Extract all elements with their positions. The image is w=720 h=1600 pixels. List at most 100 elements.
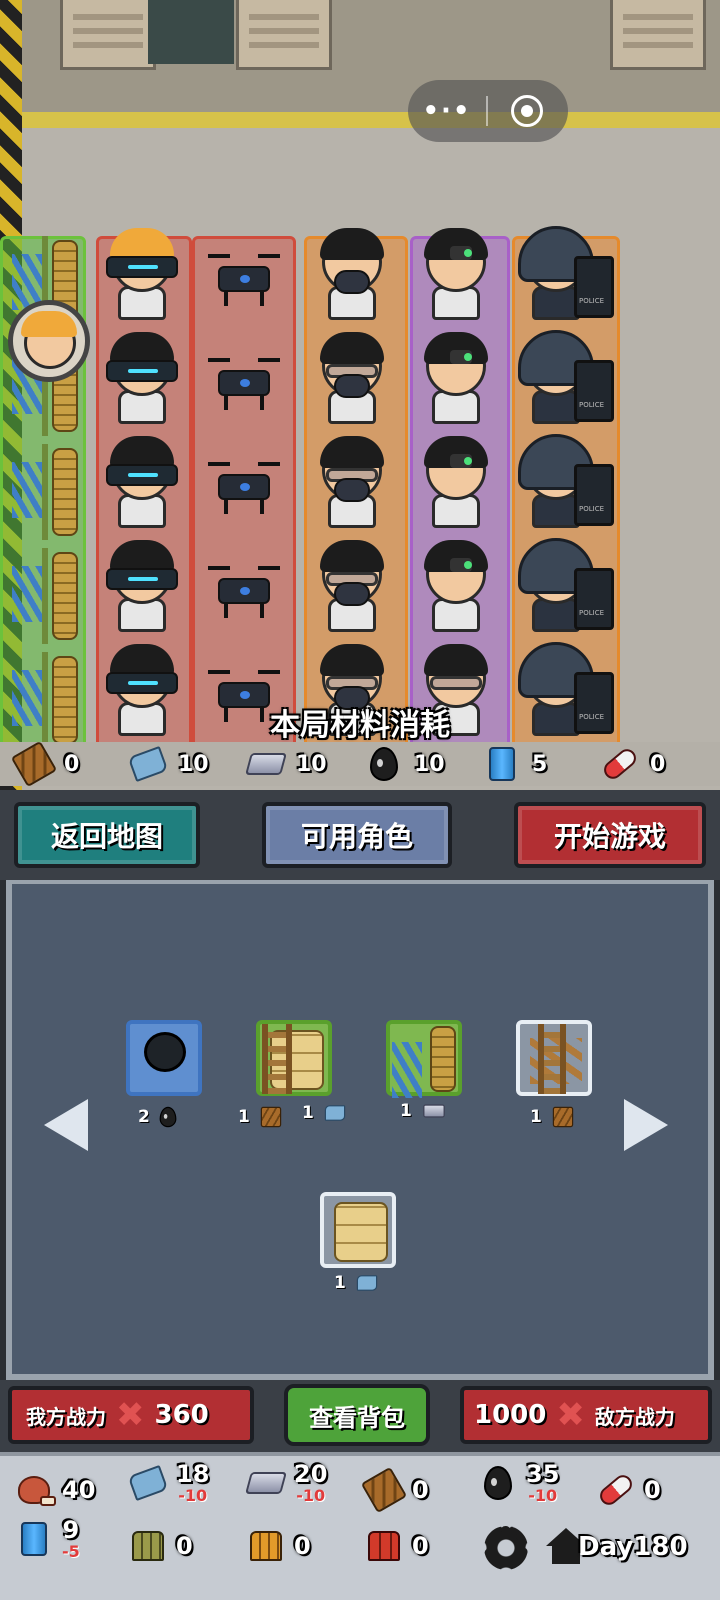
drone-leg <box>260 604 264 618</box>
consume-oil-value: 10 <box>414 751 445 777</box>
drone-leg <box>224 292 228 306</box>
coin-stack-art <box>430 1026 456 1092</box>
inventory-delta: -10 <box>178 1486 208 1505</box>
drone-arm <box>208 566 230 570</box>
fence-sprite <box>42 548 48 644</box>
cloth-roll-icon <box>127 745 169 783</box>
inventory-medicine: 0 <box>596 1470 661 1510</box>
enemy-power-box: 1000 ✖ 敌方战力 <box>460 1386 712 1444</box>
unit-hair <box>424 644 488 676</box>
action-bar: 我方战力 ✖ 360 查看背包 1000 ✖ 敌方战力 <box>0 1380 720 1452</box>
wood-plank-icon <box>552 1106 574 1128</box>
start-game-button[interactable]: 开始游戏 <box>514 802 706 868</box>
police-shield <box>574 256 614 318</box>
role-card-oil-pot[interactable] <box>126 1020 202 1096</box>
material-consumption-title: 本局材料消耗 <box>270 708 450 743</box>
role-card-sandbags[interactable] <box>320 1192 396 1268</box>
police-shield <box>574 360 614 422</box>
vr-visor <box>106 256 178 278</box>
material-consumption-bar: 0 10 10 10 5 0 <box>0 740 720 788</box>
consume-oil: 10 <box>364 742 445 786</box>
drone-body <box>218 266 270 292</box>
unit-hair <box>320 228 384 260</box>
ammo-red-icon <box>368 1531 400 1561</box>
mini-program-capsule: •·• <box>408 80 568 142</box>
cost-qty: 1 <box>334 1273 346 1293</box>
unit-glasses <box>430 676 482 690</box>
iron-ingot-icon <box>245 1472 287 1494</box>
cloth-roll-icon <box>324 1105 346 1121</box>
drone-arm <box>258 254 280 258</box>
drone-body <box>218 474 270 500</box>
oil-drop-icon <box>159 1106 177 1128</box>
consume-cloth: 10 <box>127 742 209 786</box>
oil-pot-art <box>144 1032 186 1072</box>
sandbag-art <box>334 1202 388 1262</box>
drone-arm <box>208 254 230 258</box>
drone-unit <box>204 448 284 518</box>
more-menu-button[interactable]: •·• <box>408 96 486 126</box>
night-vision-goggle <box>450 350 472 364</box>
cloth-roll-icon <box>356 1275 378 1291</box>
wood-plank-icon <box>360 1466 408 1514</box>
coin-stack-sprite <box>52 448 78 536</box>
view-backpack-button[interactable]: 查看背包 <box>284 1384 430 1446</box>
role-cost: 1 <box>302 1100 352 1126</box>
drone-body <box>218 370 270 396</box>
available-roles-tab[interactable]: 可用角色 <box>262 802 452 868</box>
wall-window <box>236 0 332 70</box>
inventory-value: 0 <box>294 1532 311 1560</box>
inventory-value: 0 <box>644 1476 661 1504</box>
gasmask-fighter-unit <box>310 330 394 426</box>
spike-art <box>392 1042 422 1098</box>
cost-qty: 1 <box>238 1107 250 1127</box>
role-card-spike-barrier[interactable] <box>386 1020 462 1098</box>
inventory-oil: 35 -10 <box>478 1462 559 1504</box>
riot-police-unit <box>514 330 614 426</box>
inventory-value: 0 <box>176 1532 193 1560</box>
building-door <box>148 0 234 64</box>
consume-battery-value: 5 <box>532 751 548 777</box>
gas-mask <box>334 270 370 294</box>
spike-barrier-unit <box>6 444 84 540</box>
player-avatar[interactable] <box>8 300 90 382</box>
drone-unit <box>204 552 284 622</box>
vr-visor <box>106 464 178 486</box>
settings-gear-icon[interactable] <box>484 1526 528 1570</box>
consume-wood-value: 0 <box>64 751 80 777</box>
spike-sprite <box>12 462 42 518</box>
gasmask-fighter-unit <box>310 538 394 634</box>
oil-drop-icon <box>370 747 398 781</box>
inventory-wood: 0 <box>360 1466 429 1514</box>
inventory-ammo-green: 0 <box>128 1526 193 1566</box>
previous-page-arrow[interactable] <box>44 1099 88 1151</box>
close-button[interactable] <box>488 95 566 127</box>
nightvision-fighter-unit <box>414 330 498 426</box>
back-to-map-button[interactable]: 返回地图 <box>14 802 200 868</box>
drone-arm <box>258 358 280 362</box>
inventory-value: 18 <box>176 1460 210 1488</box>
iron-ingot-icon <box>245 753 287 775</box>
role-card-wood-sticks[interactable] <box>516 1020 592 1096</box>
inventory-value: 20 <box>294 1460 328 1488</box>
wood-plank-icon <box>10 740 58 788</box>
inventory-ammo-red: 0 <box>364 1526 429 1566</box>
cost-qty: 1 <box>302 1103 314 1123</box>
role-cost: 1 <box>400 1100 452 1122</box>
consume-wood: 0 <box>10 740 80 788</box>
ammo-orange-icon <box>250 1531 282 1561</box>
role-card-sandbag-ladder[interactable] <box>256 1020 332 1096</box>
drone-unit <box>204 344 284 414</box>
available-roles-panel: 2 1 1 1 1 1 <box>6 880 714 1380</box>
riot-police-unit <box>514 434 614 530</box>
drone-leg <box>224 396 228 410</box>
inventory-value: 9 <box>62 1516 80 1544</box>
drone-leg <box>224 500 228 514</box>
battery-can-icon <box>21 1522 47 1556</box>
fence-sprite <box>42 444 48 540</box>
drone-arm <box>258 462 280 466</box>
vr-fighter-unit <box>100 538 184 634</box>
enemy-power-value: 1000 <box>474 1400 547 1430</box>
next-page-arrow[interactable] <box>624 1099 668 1151</box>
drone-body <box>218 578 270 604</box>
